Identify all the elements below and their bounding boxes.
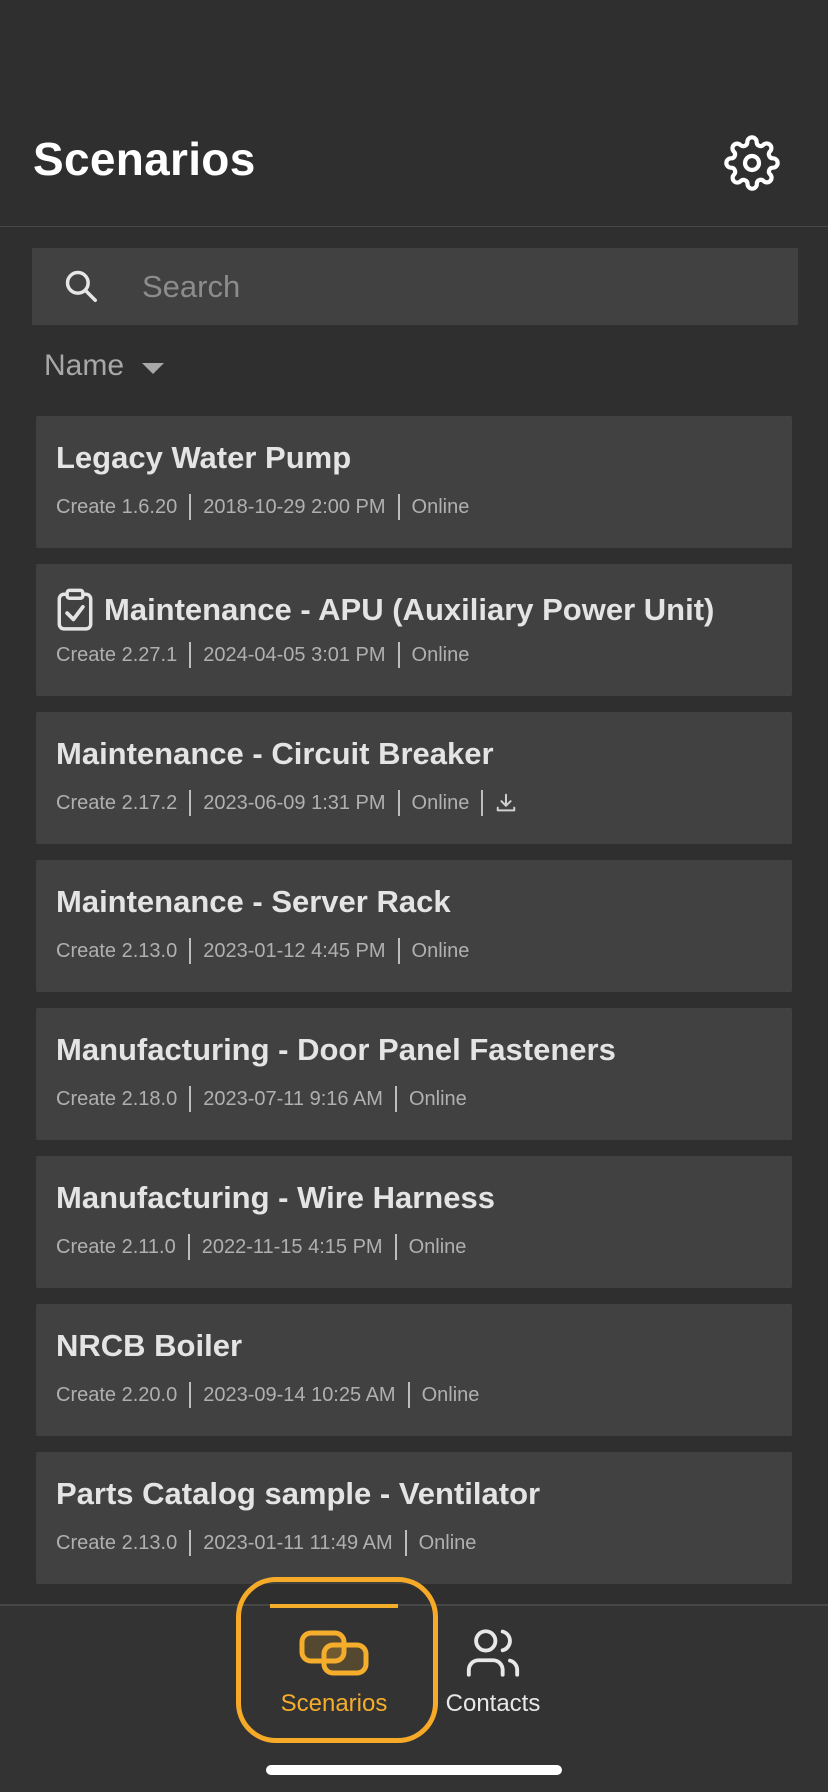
meta-separator [189, 494, 192, 520]
scenario-title-row: Parts Catalog sample - Ventilator [56, 1476, 540, 1512]
tab-scenarios[interactable]: Scenarios [254, 1604, 414, 1726]
scenario-date: 2023-01-12 4:45 PM [203, 939, 386, 962]
scenario-card[interactable]: Maintenance - Server Rack Create 2.13.0 20… [36, 860, 792, 992]
search-icon [65, 270, 97, 302]
meta-separator [397, 790, 400, 816]
meta-separator [189, 938, 192, 964]
scenario-date: 2023-06-09 1:31 PM [203, 791, 386, 814]
scenario-title: Maintenance - APU (Auxiliary Power Unit) [104, 592, 715, 627]
meta-separator [189, 790, 192, 816]
scenario-card[interactable]: Manufacturing - Door Panel Fasteners Crea… [36, 1008, 792, 1140]
tab-contacts-label: Contacts [445, 1690, 541, 1717]
scenario-status: Online [408, 1087, 467, 1110]
scenario-title-row: Manufacturing - Door Panel Fasteners [56, 1032, 616, 1068]
tab-contacts[interactable]: Contacts [413, 1606, 573, 1726]
scenario-title: Parts Catalog sample - Ventilator [56, 1476, 541, 1511]
scenario-meta: Create 2.20.0 2023-09-14 10:25 AM Online [56, 1382, 479, 1408]
scenario-card[interactable]: NRCB Boiler Create 2.20.0 2023-09-14 10:25… [36, 1304, 792, 1436]
scenario-title: Manufacturing - Door Panel Fasteners [56, 1032, 616, 1067]
scenario-version: Create 2.11.0 [56, 1235, 176, 1258]
scenario-date: 2018-10-29 2:00 PM [203, 495, 386, 518]
scenario-version: Create 2.18.0 [56, 1087, 178, 1110]
tab-scenarios-label: Scenarios [280, 1690, 388, 1717]
clipboard-check-icon [57, 588, 93, 631]
scenario-status: Online [411, 791, 470, 814]
meta-separator [189, 1530, 192, 1556]
scenario-version: Create 2.13.0 [56, 939, 178, 962]
scenario-title-row: Legacy Water Pump [56, 440, 351, 476]
scenario-meta: Create 2.13.0 2023-01-11 11:49 AM Online [56, 1530, 476, 1556]
scenario-date: 2023-01-11 11:49 AM [203, 1531, 393, 1554]
scenario-date: 2022-11-15 4:15 PM [201, 1235, 383, 1258]
scenario-title-row: Maintenance - Circuit Breaker [56, 736, 494, 772]
meta-separator [397, 938, 400, 964]
page-title: Scenarios [33, 133, 256, 185]
scenario-date: 2023-07-11 9:16 AM [203, 1087, 383, 1110]
scenario-title-row: NRCB Boiler [56, 1328, 242, 1364]
sort-label: Name [44, 349, 125, 382]
scenario-date: 2023-09-14 10:25 AM [203, 1383, 396, 1406]
scenario-card[interactable]: Maintenance - Circuit Breaker Create 2.17… [36, 712, 792, 844]
scenario-status: Online [411, 643, 470, 666]
download-icon[interactable] [495, 792, 517, 814]
scenario-card[interactable]: Manufacturing - Wire Harness Create 2.11.… [36, 1156, 792, 1288]
meta-separator [394, 1234, 397, 1260]
scenario-meta: Create 2.17.2 2023-06-09 1:31 PM Online [56, 790, 517, 816]
meta-separator [394, 1086, 397, 1112]
scenario-title: Legacy Water Pump [56, 440, 352, 475]
scenario-title: Maintenance - Server Rack [56, 884, 451, 919]
scenario-meta: Create 2.13.0 2023-01-12 4:45 PM Online [56, 938, 469, 964]
scenario-title-row: Maintenance - APU (Auxiliary Power Unit) [56, 588, 714, 632]
active-tab-indicator [270, 1604, 398, 1608]
scenario-status: Online [411, 495, 470, 518]
scenario-title: Maintenance - Circuit Breaker [56, 736, 494, 771]
header: Scenarios [0, 0, 828, 227]
scenario-version: Create 2.27.1 [56, 643, 178, 666]
scenario-meta: Create 2.11.0 2022-11-15 4:15 PM Online [56, 1234, 466, 1260]
scenario-version: Create 2.17.2 [56, 791, 178, 814]
scenario-title-row: Manufacturing - Wire Harness [56, 1180, 495, 1216]
scenario-meta: Create 2.18.0 2023-07-11 9:16 AM Online [56, 1086, 467, 1112]
scenario-status: Online [418, 1531, 477, 1554]
scenario-title-row: Maintenance - Server Rack [56, 884, 451, 920]
scenario-version: Create 2.13.0 [56, 1531, 178, 1554]
meta-separator [189, 1382, 192, 1408]
search-bar[interactable] [32, 248, 798, 325]
scenario-status: Online [411, 939, 470, 962]
search-input[interactable] [142, 248, 782, 325]
users-icon [456, 1624, 530, 1682]
meta-separator [189, 642, 192, 668]
meta-separator [404, 1530, 407, 1556]
settings-button[interactable] [722, 133, 782, 193]
scenario-meta: Create 2.27.1 2024-04-05 3:01 PM Online [56, 642, 469, 668]
scenario-status: Online [421, 1383, 480, 1406]
scenario-card[interactable]: Parts Catalog sample - Ventilator Create … [36, 1452, 792, 1584]
screen: Scenarios Name Legacy Water Pump Create 1… [0, 0, 828, 1792]
home-indicator[interactable] [266, 1765, 562, 1775]
scenario-card[interactable]: Maintenance - APU (Auxiliary Power Unit)… [36, 564, 792, 696]
scenario-title: Manufacturing - Wire Harness [56, 1180, 495, 1215]
scenario-version: Create 1.6.20 [56, 495, 178, 518]
meta-separator [407, 1382, 410, 1408]
scenario-title: NRCB Boiler [56, 1328, 243, 1363]
scenario-version: Create 2.20.0 [56, 1383, 178, 1406]
linked-boxes-icon [297, 1624, 371, 1682]
meta-separator [397, 642, 400, 668]
meta-separator [187, 1234, 190, 1260]
scenario-card[interactable]: Legacy Water Pump Create 1.6.20 2018-10-29… [36, 416, 792, 548]
bottom-nav: Scenarios Contacts [0, 1604, 828, 1792]
scenario-date: 2024-04-05 3:01 PM [203, 643, 386, 666]
caret-down-icon [142, 362, 165, 374]
meta-separator [397, 494, 400, 520]
scenario-meta: Create 1.6.20 2018-10-29 2:00 PM Online [56, 494, 469, 520]
scenario-status: Online [408, 1235, 467, 1258]
gear-icon [724, 135, 780, 191]
sort-dropdown[interactable]: Name [44, 346, 165, 386]
meta-separator [189, 1086, 192, 1112]
meta-separator [481, 790, 484, 816]
